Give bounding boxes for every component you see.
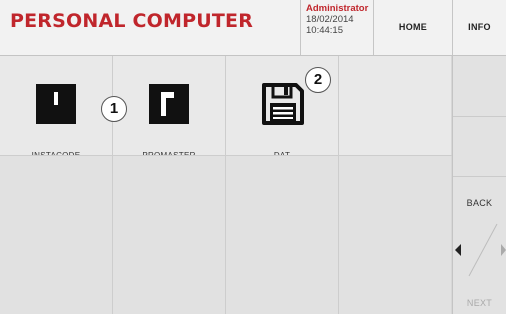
- grid-divider: [338, 56, 339, 314]
- grid-cell-instacode[interactable]: INSTACODE: [0, 56, 112, 160]
- back-arrow-icon[interactable]: [455, 244, 461, 256]
- grid-divider: [0, 155, 452, 156]
- promaster-icon: [149, 84, 189, 124]
- user-info: Administrator 18/02/2014 10:44:15: [306, 3, 370, 36]
- header-divider: [300, 0, 301, 55]
- current-time: 10:44:15: [306, 25, 343, 36]
- grid-cell-promaster[interactable]: PROMASTER: [113, 56, 225, 160]
- user-name: Administrator: [306, 3, 369, 14]
- back-label: BACK: [466, 198, 493, 208]
- next-label: NEXT: [466, 298, 493, 308]
- grid-divider: [112, 56, 113, 314]
- grid-divider: [225, 56, 226, 314]
- grid-cell-empty: [113, 156, 225, 314]
- header-bar: PERSONAL COMPUTER Administrator 18/02/20…: [0, 0, 506, 56]
- panel-divider: [453, 116, 506, 117]
- page-title: PERSONAL COMPUTER: [10, 10, 254, 32]
- grid-cell-empty: [339, 56, 451, 155]
- panel-divider: [453, 176, 506, 177]
- info-button[interactable]: INFO: [453, 0, 506, 55]
- callout-marker-1: 1: [101, 96, 127, 122]
- grid-cell-empty: [226, 156, 338, 314]
- next-arrow-icon[interactable]: [501, 244, 506, 256]
- grid-cell-empty: [339, 156, 451, 314]
- floppy-disk-icon: [262, 83, 304, 125]
- instacode-icon: [36, 84, 76, 124]
- callout-marker-2: 2: [305, 67, 331, 93]
- nav-arrows: [455, 223, 506, 277]
- grid-cell-empty: [0, 156, 112, 314]
- current-date: 18/02/2014: [306, 14, 354, 25]
- home-button[interactable]: HOME: [374, 0, 452, 55]
